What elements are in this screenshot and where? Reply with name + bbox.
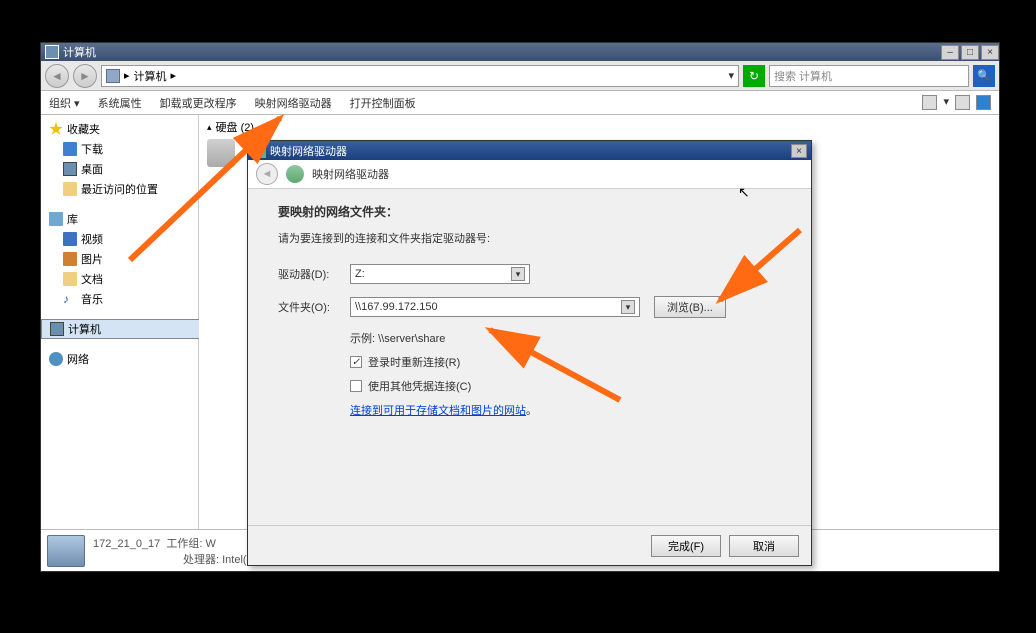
wizard-icon (286, 165, 304, 183)
example-text: 示例: \\server\share (350, 330, 781, 346)
checkbox-unchecked-icon (350, 380, 362, 392)
view-icon[interactable] (922, 95, 937, 110)
computer-icon (45, 45, 59, 59)
dialog-footer: 完成(F) 取消 (248, 525, 811, 565)
nav-bar: ◄ ► ▸ 计算机 ▸ ▾ ↻ 搜索 计算机 🔍 (41, 61, 999, 91)
help-icon[interactable] (976, 95, 991, 110)
folder-icon (63, 142, 77, 156)
map-network-drive-dialog: 映射网络驱动器 × ◄ 映射网络驱动器 要映射的网络文件夹： 请为要连接到的连接… (247, 140, 812, 566)
dropdown-icon: ▾ (511, 267, 525, 281)
sidebar-item-documents[interactable]: 文档 (41, 269, 198, 289)
disk-icon[interactable] (207, 139, 235, 167)
uninstall-programs-button[interactable]: 卸载或更改程序 (160, 95, 237, 111)
dialog-hint: 请为要连接到的连接和文件夹指定驱动器号: (278, 230, 781, 246)
folder-value: \\167.99.172.150 (355, 301, 438, 313)
cancel-button[interactable]: 取消 (729, 535, 799, 557)
dialog-titlebar: 映射网络驱动器 × (248, 141, 811, 160)
star-icon (49, 122, 63, 136)
address-text: 计算机 (134, 68, 167, 84)
window-buttons: – □ × (939, 45, 999, 60)
website-link-row: 连接到可用于存储文档和图片的网站。 (350, 402, 781, 418)
mouse-cursor-icon: ↖ (738, 184, 750, 201)
cpu-label: 处理器: (183, 554, 219, 566)
computer-large-icon (47, 535, 85, 567)
sidebar-item-downloads[interactable]: 下载 (41, 139, 198, 159)
dialog-header: ◄ 映射网络驱动器 (248, 160, 811, 189)
dialog-back-button[interactable]: ◄ (256, 163, 278, 185)
sidebar-item-recent[interactable]: 最近访问的位置 (41, 179, 198, 199)
dropdown-icon: ▾ (621, 300, 635, 314)
dialog-subtitle: 映射网络驱动器 (312, 166, 389, 182)
network-icon (49, 352, 63, 366)
pictures-icon (63, 252, 77, 266)
browse-button[interactable]: 浏览(B)... (654, 296, 726, 318)
computer-name: 172_21_0_17 (93, 538, 160, 550)
drive-icon (252, 144, 266, 158)
computer-icon (50, 322, 64, 336)
sidebar-item-videos[interactable]: 视频 (41, 229, 198, 249)
computer-icon (106, 69, 120, 83)
back-button[interactable]: ◄ (45, 64, 69, 88)
monitor-icon (63, 162, 77, 176)
refresh-button[interactable]: ↻ (743, 65, 765, 87)
storage-website-link[interactable]: 连接到可用于存储文档和图片的网站 (350, 405, 526, 417)
other-credentials-checkbox[interactable]: 使用其他凭据连接(C) (350, 378, 781, 394)
sidebar-item-desktop[interactable]: 桌面 (41, 159, 198, 179)
library-group[interactable]: 库 (41, 209, 198, 229)
close-button[interactable]: × (981, 45, 999, 60)
dialog-title: 映射网络驱动器 (270, 143, 347, 159)
toolbar: 组织 ▾ 系统属性 卸载或更改程序 映射网络驱动器 打开控制面板 ▾ (41, 91, 999, 115)
dialog-close-button[interactable]: × (791, 144, 807, 158)
sidebar-item-music[interactable]: ♪音乐 (41, 289, 198, 309)
documents-icon (63, 272, 77, 286)
folder-label: 文件夹(O): (278, 299, 350, 315)
folder-icon (63, 182, 77, 196)
reconnect-checkbox[interactable]: ✓登录时重新连接(R) (350, 354, 781, 370)
dropdown-icon[interactable]: ▾ (728, 69, 734, 82)
workgroup-label: 工作组: (166, 538, 202, 550)
dialog-heading: 要映射的网络文件夹： (278, 203, 781, 220)
drive-value: Z: (355, 268, 365, 280)
titlebar: 计算机 – □ × (41, 43, 999, 61)
finish-button[interactable]: 完成(F) (651, 535, 721, 557)
dialog-body: 要映射的网络文件夹： 请为要连接到的连接和文件夹指定驱动器号: 驱动器(D): … (248, 189, 811, 525)
organize-menu[interactable]: 组织 ▾ (49, 95, 80, 111)
address-bar[interactable]: ▸ 计算机 ▸ ▾ (101, 65, 739, 87)
sidebar-item-network[interactable]: 网络 (41, 349, 198, 369)
favorites-group[interactable]: 收藏夹 (41, 119, 198, 139)
navigation-sidebar: 收藏夹 下载 桌面 最近访问的位置 库 视频 图片 文档 ♪音乐 计算机 网络 (41, 115, 199, 529)
system-properties-button[interactable]: 系统属性 (98, 95, 142, 111)
collapse-icon: ▴ (207, 122, 212, 133)
maximize-button[interactable]: □ (961, 45, 979, 60)
folder-combobox[interactable]: \\167.99.172.150 ▾ (350, 297, 640, 317)
forward-button[interactable]: ► (73, 64, 97, 88)
preview-pane-icon[interactable] (955, 95, 970, 110)
drive-label: 驱动器(D): (278, 266, 350, 282)
sidebar-item-pictures[interactable]: 图片 (41, 249, 198, 269)
section-header[interactable]: ▴硬盘 (2) (199, 115, 999, 139)
control-panel-button[interactable]: 打开控制面板 (350, 95, 416, 111)
drive-select[interactable]: Z: ▾ (350, 264, 530, 284)
sidebar-item-computer[interactable]: 计算机 (41, 319, 221, 339)
search-go-button[interactable]: 🔍 (973, 65, 995, 87)
minimize-button[interactable]: – (941, 45, 959, 60)
music-icon: ♪ (63, 292, 77, 306)
library-icon (49, 212, 63, 226)
map-network-drive-button[interactable]: 映射网络驱动器 (255, 95, 332, 111)
search-input[interactable]: 搜索 计算机 (769, 65, 969, 87)
video-icon (63, 232, 77, 246)
checkbox-checked-icon: ✓ (350, 356, 362, 368)
drive-row: 驱动器(D): Z: ▾ (278, 264, 781, 284)
window-title: 计算机 (63, 44, 96, 60)
folder-row: 文件夹(O): \\167.99.172.150 ▾ 浏览(B)... (278, 296, 781, 318)
